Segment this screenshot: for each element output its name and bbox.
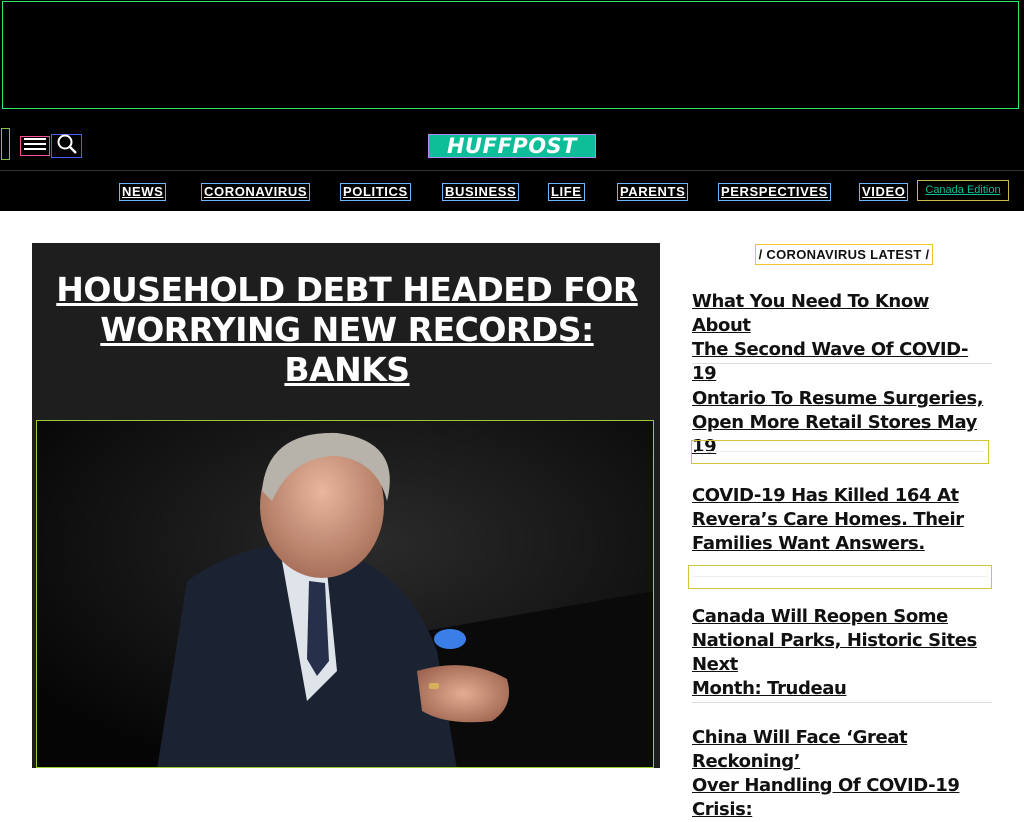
hero-headline-line-2[interactable]: WORRYING NEW RECORDS: (100, 310, 594, 349)
story-4-line-1[interactable]: Canada Will Reopen Some (692, 606, 948, 627)
hero-photo-illustration (37, 421, 653, 767)
edge-frame (1, 128, 10, 160)
story-1-line-1[interactable]: What You Need To Know About (692, 291, 929, 336)
nav-item-perspectives[interactable]: PERSPECTIVES (718, 183, 831, 201)
nav-item-video[interactable]: VIDEO (859, 183, 909, 201)
story-5-line-2[interactable]: Over Handling Of COVID-19 Crisis: (692, 775, 960, 820)
nav-item-news[interactable]: NEWS (119, 183, 167, 201)
story-3-line-1[interactable]: COVID-19 Has Killed 164 At (692, 485, 959, 506)
edition-selector[interactable]: Canada Edition (917, 180, 1009, 201)
hero-headline: HOUSEHOLD DEBT HEADED FOR WORRYING NEW R… (17, 270, 677, 390)
inline-ad-slot (688, 565, 992, 589)
nav-item-parents[interactable]: PARENTS (617, 183, 689, 201)
story-4: Canada Will Reopen Some National Parks, … (692, 605, 992, 701)
ad-banner (0, 0, 1024, 112)
story-1: What You Need To Know About The Second W… (692, 290, 992, 386)
ad-slot[interactable] (2, 1, 1019, 109)
nav-item-politics[interactable]: POLITICS (340, 183, 411, 201)
logo-text: HUFFPOST (446, 134, 577, 158)
nav-item-coronavirus[interactable]: CORONAVIRUS (201, 183, 311, 201)
hero-photo[interactable] (36, 420, 654, 768)
nav-item-life[interactable]: LIFE (548, 183, 585, 201)
story-3: COVID-19 Has Killed 164 At Revera’s Care… (692, 484, 992, 556)
nav-item-business[interactable]: BUSINESS (442, 183, 520, 201)
story-2-line-1[interactable]: Ontario To Resume Surgeries, (692, 388, 984, 409)
story-4-line-3[interactable]: Month: Trudeau (692, 678, 847, 699)
section-label-coronavirus-latest[interactable]: / CORONAVIRUS LATEST / (755, 244, 933, 265)
huffpost-logo[interactable]: HUFFPOST (428, 134, 596, 158)
story-divider (692, 363, 992, 364)
inline-ad-slot (691, 440, 989, 464)
story-5-line-1[interactable]: China Will Face ‘Great Reckoning’ (692, 727, 908, 772)
story-divider (692, 702, 992, 703)
story-3-line-3[interactable]: Families Want Answers. (692, 533, 925, 554)
header-divider (0, 170, 1024, 171)
story-3-line-2[interactable]: Revera’s Care Homes. Their (692, 509, 964, 530)
menu-icon (24, 137, 46, 156)
search-button[interactable] (51, 134, 82, 158)
hero-headline-line-1[interactable]: HOUSEHOLD DEBT HEADED FOR (56, 270, 638, 309)
hero-headline-line-3[interactable]: BANKS (284, 350, 410, 389)
story-1-line-2[interactable]: The Second Wave Of COVID-19 (692, 339, 969, 384)
menu-button[interactable] (20, 136, 50, 156)
story-5: China Will Face ‘Great Reckoning’ Over H… (692, 726, 992, 822)
search-icon (56, 134, 78, 159)
story-4-line-2[interactable]: National Parks, Historic Sites Next (692, 630, 977, 675)
